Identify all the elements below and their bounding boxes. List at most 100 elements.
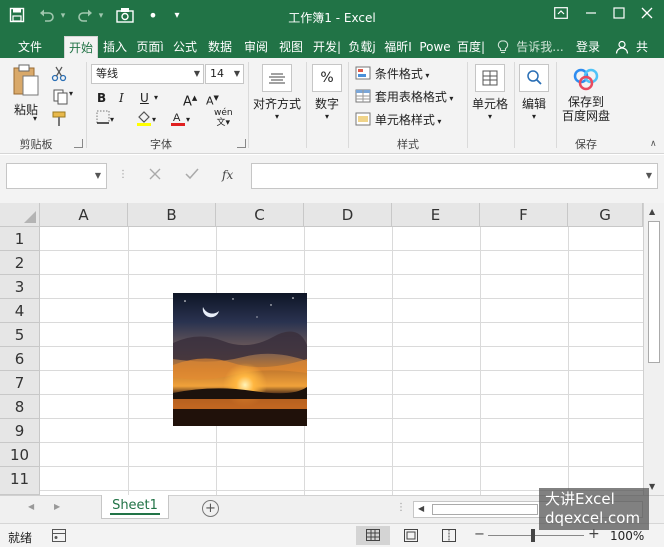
maximize-icon[interactable]	[604, 4, 634, 28]
inserted-picture[interactable]	[173, 293, 307, 426]
macro-record-icon[interactable]	[52, 529, 66, 545]
conditional-formatting-button[interactable]: 条件格式 ▾	[355, 64, 429, 84]
group-divider	[467, 62, 468, 148]
tell-me-search[interactable]: 告诉我...	[514, 36, 566, 58]
name-box[interactable]: ▼	[6, 163, 107, 189]
row-header-5[interactable]: 5	[0, 323, 40, 347]
select-all-corner[interactable]	[0, 203, 40, 227]
zoom-slider-thumb[interactable]	[531, 529, 535, 542]
tab-page-layout[interactable]: 页面ì	[134, 36, 166, 58]
underline-dropdown-icon[interactable]: ▾	[154, 88, 158, 108]
font-launcher-icon[interactable]	[237, 139, 246, 148]
row-header-7[interactable]: 7	[0, 371, 40, 395]
lightbulb-icon[interactable]	[496, 36, 510, 58]
format-as-table-button[interactable]: 套用表格格式 ▾	[355, 87, 453, 107]
italic-button[interactable]: I	[119, 88, 124, 108]
row-header-3[interactable]: 3	[0, 275, 40, 299]
tab-home[interactable]: 开始	[64, 36, 98, 58]
row-header-4[interactable]: 4	[0, 299, 40, 323]
font-name-combo[interactable]: 等线 ▼	[91, 64, 204, 84]
gridline	[128, 227, 129, 495]
horizontal-scroll-thumb[interactable]	[432, 504, 538, 515]
tab-review[interactable]: 审阅	[240, 36, 272, 58]
cell-styles-button[interactable]: 单元格样式 ▾	[355, 110, 441, 130]
column-header-d[interactable]: D	[304, 203, 392, 227]
page-layout-view-icon[interactable]	[404, 529, 418, 545]
row-header-11[interactable]: 11	[0, 467, 40, 495]
vertical-scrollbar[interactable]: ▲ ▼	[643, 203, 664, 495]
column-header-a[interactable]: A	[40, 203, 128, 227]
page-break-view-icon[interactable]	[442, 529, 456, 545]
font-size-combo[interactable]: 14 ▼	[205, 64, 244, 84]
column-header-c[interactable]: C	[216, 203, 304, 227]
scroll-left-icon[interactable]: ◀	[418, 504, 424, 513]
worksheet-grid[interactable]: A B C D E F G 1 2 3 4 5 6 7 8 9 10 11 ▲ …	[0, 203, 664, 495]
cells-button[interactable]: 单元格 ▾	[470, 64, 510, 121]
column-header-g[interactable]: G	[568, 203, 643, 227]
editing-label: 编辑	[521, 97, 546, 111]
editing-button[interactable]: 编辑 ▾	[516, 64, 552, 121]
confirm-formula-icon[interactable]	[184, 167, 202, 185]
scroll-up-icon[interactable]: ▲	[649, 207, 655, 216]
borders-icon[interactable]: ▾	[96, 110, 114, 130]
column-header-f[interactable]: F	[480, 203, 568, 227]
paste-dropdown-icon[interactable]: ▾	[33, 114, 37, 123]
save-to-baidu-button[interactable]: 保存到 百度网盘	[558, 66, 614, 123]
add-sheet-icon[interactable]: +	[202, 500, 219, 517]
scroll-down-icon[interactable]: ▼	[649, 482, 655, 491]
tab-insert[interactable]: 插入	[100, 36, 130, 58]
gridline	[40, 274, 643, 275]
phonetic-icon[interactable]: wén 文▾	[214, 108, 233, 128]
row-header-2[interactable]: 2	[0, 251, 40, 275]
tab-file[interactable]: 文件	[8, 36, 52, 58]
sheet-tab-label: Sheet1	[112, 498, 158, 513]
copy-icon[interactable]: ▾	[50, 89, 76, 108]
number-format-button[interactable]: % 数字 ▾	[310, 64, 344, 121]
row-header-8[interactable]: 8	[0, 395, 40, 419]
column-header-e[interactable]: E	[392, 203, 480, 227]
tab-formulas[interactable]: 公式	[170, 36, 200, 58]
grow-font-button[interactable]: A▲	[183, 88, 197, 109]
row-header-1[interactable]: 1	[0, 227, 40, 251]
insert-function-icon[interactable]: fx	[222, 168, 233, 182]
next-sheet-icon[interactable]: ▶	[54, 502, 60, 511]
tab-load[interactable]: 负载j	[346, 36, 378, 58]
close-icon[interactable]	[632, 4, 662, 28]
minimize-icon[interactable]	[576, 4, 606, 28]
share-button[interactable]: 共	[632, 36, 652, 58]
row-header-9[interactable]: 9	[0, 419, 40, 443]
tab-baidu[interactable]: 百度|	[455, 36, 487, 58]
paste-button[interactable]: 粘贴	[8, 64, 44, 118]
zoom-slider-track[interactable]	[488, 535, 584, 536]
format-painter-icon[interactable]	[50, 111, 68, 130]
watermark-line1: 大讲Excel	[545, 490, 615, 508]
user-icon[interactable]	[614, 36, 630, 58]
row-header-10[interactable]: 10	[0, 443, 40, 467]
zoom-level[interactable]: 100%	[610, 529, 644, 543]
ribbon-display-icon[interactable]	[546, 4, 576, 28]
tab-power[interactable]: Powe	[418, 36, 452, 58]
formula-input[interactable]: ▼	[251, 163, 658, 189]
cancel-formula-icon[interactable]	[148, 167, 166, 185]
column-header-b[interactable]: B	[128, 203, 216, 227]
fill-color-icon[interactable]: ▾	[136, 110, 156, 130]
row-header-6[interactable]: 6	[0, 347, 40, 371]
vertical-scroll-thumb[interactable]	[648, 221, 660, 363]
prev-sheet-icon[interactable]: ◀	[28, 502, 34, 511]
tab-data[interactable]: 数据	[204, 36, 236, 58]
bold-button[interactable]: B	[97, 88, 106, 108]
normal-view-icon[interactable]	[356, 526, 390, 545]
tab-developer[interactable]: 开发|	[311, 36, 343, 58]
zoom-out-icon[interactable]: −	[474, 527, 485, 542]
underline-button[interactable]: U	[140, 88, 149, 108]
tab-foxit[interactable]: 福昕I	[382, 36, 414, 58]
collapse-ribbon-icon[interactable]: ∧	[650, 134, 657, 154]
login-link[interactable]: 登录	[572, 36, 604, 58]
cut-icon[interactable]	[50, 66, 68, 85]
sheet-tab-sheet1[interactable]: Sheet1	[101, 495, 169, 519]
tab-view[interactable]: 视图	[275, 36, 307, 58]
shrink-font-button[interactable]: A▼	[206, 88, 219, 108]
clipboard-launcher-icon[interactable]	[74, 139, 83, 148]
font-color-icon[interactable]: A ▾	[170, 110, 190, 130]
alignment-button[interactable]: 对齐方式 ▾	[252, 64, 302, 121]
